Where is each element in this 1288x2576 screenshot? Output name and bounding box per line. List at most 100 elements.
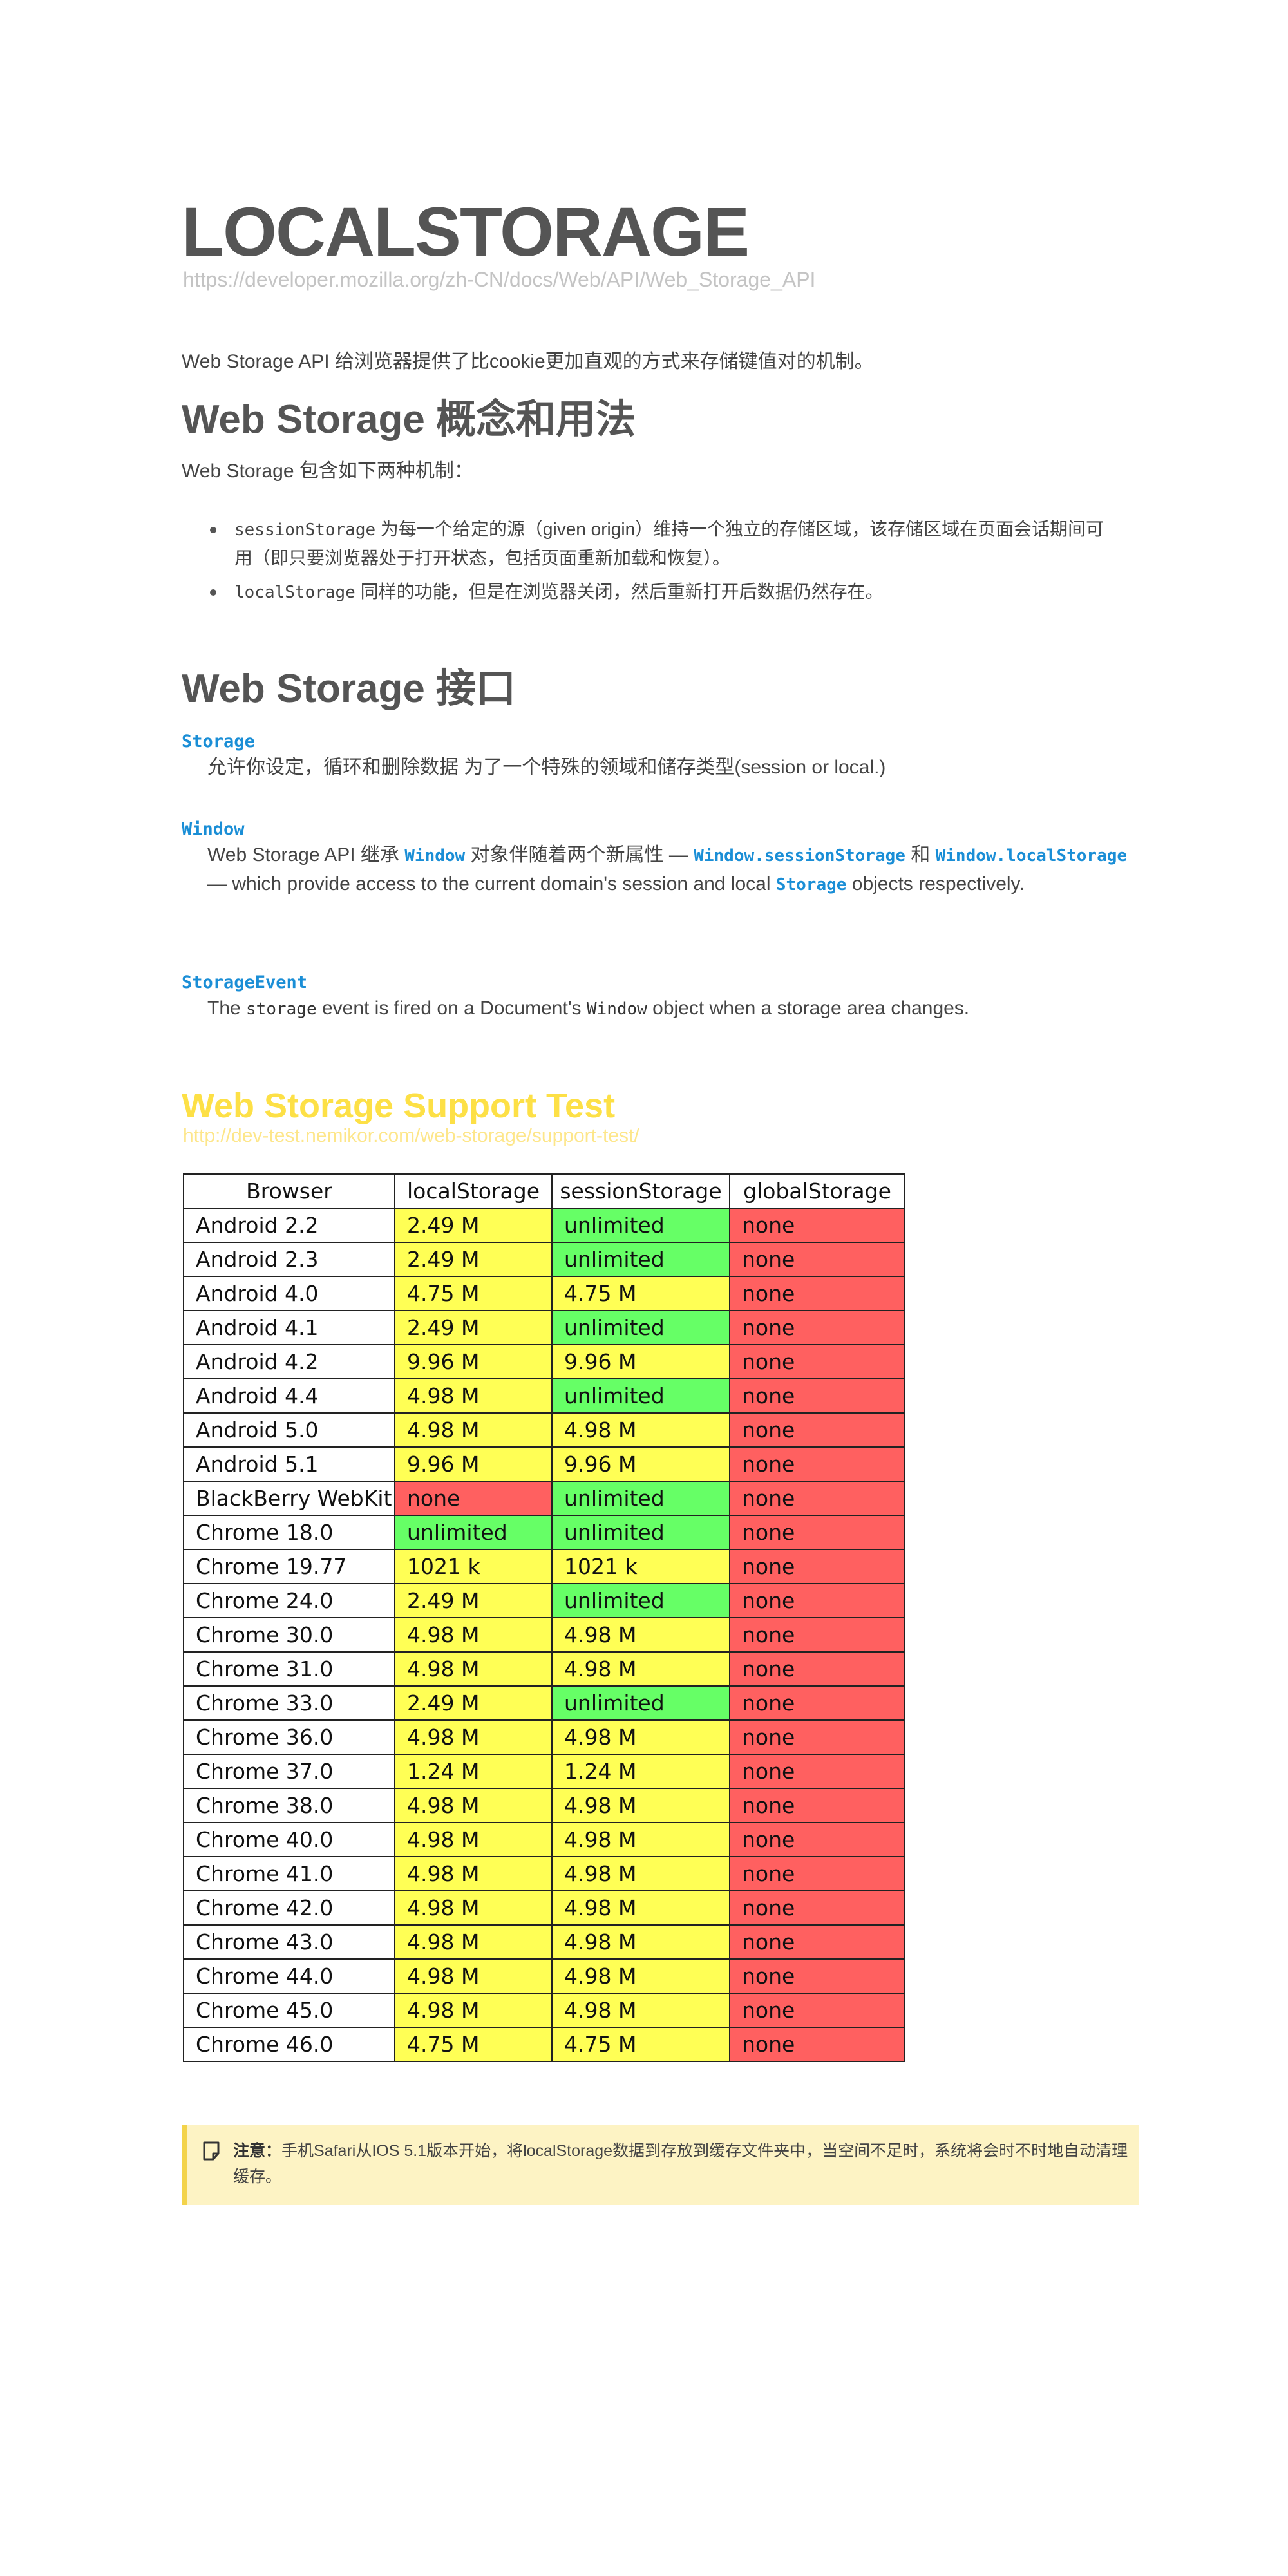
sessionstorage-cell: unlimited xyxy=(551,1685,730,1721)
globalstorage-cell: none xyxy=(729,1958,905,1994)
window-desc-text: Web Storage API 继承 xyxy=(207,844,405,866)
table-row: Chrome 41.0 4.98 M 4.98 Mnone xyxy=(183,1856,905,1891)
table-row: Android 4.4 4.98 Munlimited none xyxy=(183,1378,905,1414)
browser-cell: Android 4.1 xyxy=(183,1310,395,1345)
globalstorage-cell: none xyxy=(729,1788,905,1823)
window-localstorage-link[interactable]: Window.localStorage xyxy=(936,846,1127,866)
localstorage-cell: 4.75 M xyxy=(394,2027,553,2062)
table-row: Chrome 38.0 4.98 M 4.98 Mnone xyxy=(183,1788,905,1823)
localstorage-cell: 4.98 M xyxy=(394,1651,553,1687)
browser-cell: Chrome 33.0 xyxy=(183,1685,395,1721)
browser-cell: Chrome 36.0 xyxy=(183,1719,395,1755)
table-row: Android 4.2 9.96 M 9.96 Mnone xyxy=(183,1344,905,1379)
window-desc-text: objects respectively. xyxy=(846,873,1025,895)
storage-term[interactable]: Storage xyxy=(182,730,255,753)
globalstorage-cell: none xyxy=(729,1310,905,1345)
localstorage-cell: 4.98 M xyxy=(394,1412,553,1448)
local-storage-code: localStorage xyxy=(234,583,355,602)
localstorage-cell: 4.98 M xyxy=(394,1924,553,1960)
event-desc-text: The xyxy=(207,998,247,1019)
browser-cell: Chrome 38.0 xyxy=(183,1788,395,1823)
session-storage-code: sessionStorage xyxy=(234,520,376,540)
localstorage-cell: 4.98 M xyxy=(394,1822,553,1857)
localstorage-cell: 4.98 M xyxy=(394,1993,553,2028)
browser-cell: Chrome 44.0 xyxy=(183,1958,395,1994)
localstorage-cell: 9.96 M xyxy=(394,1446,553,1482)
column-header-localstorage: localStorage xyxy=(394,1173,553,1209)
sessionstorage-cell: 4.98 M xyxy=(551,1719,730,1755)
globalstorage-cell: none xyxy=(729,1549,905,1584)
browser-cell: Android 4.0 xyxy=(183,1276,395,1311)
sessionstorage-cell: 4.98 M xyxy=(551,1890,730,1926)
globalstorage-cell: none xyxy=(729,1515,905,1550)
sessionstorage-cell: unlimited xyxy=(551,1378,730,1414)
localstorage-cell: 1.24 M xyxy=(394,1754,553,1789)
window-sessionstorage-link[interactable]: Window.sessionStorage xyxy=(694,846,905,866)
browser-cell: Chrome 31.0 xyxy=(183,1651,395,1687)
table-row: Android 5.0 4.98 M 4.98 Mnone xyxy=(183,1412,905,1448)
localstorage-cell: 4.75 M xyxy=(394,1276,553,1311)
table-row: BlackBerry WebKit none unlimited none xyxy=(183,1481,905,1516)
note-text: 注意：手机Safari从IOS 5.1版本开始，将localStorage数据到… xyxy=(233,2138,1128,2190)
table-row: Chrome 33.0 2.49 Munlimited none xyxy=(183,1685,905,1721)
page: LOCALSTORAGE https://developer.mozilla.o… xyxy=(0,0,1288,2576)
sessionstorage-cell: unlimited xyxy=(551,1310,730,1345)
sessionstorage-cell: unlimited xyxy=(551,1515,730,1550)
storageevent-description: The storage event is fired on a Document… xyxy=(207,994,1141,1023)
storageevent-term[interactable]: StorageEvent xyxy=(182,971,307,994)
sessionstorage-cell: 4.98 M xyxy=(551,1993,730,2028)
sessionstorage-cell: 4.98 M xyxy=(551,1651,730,1687)
table-row: Android 2.3 2.49 Munlimited none xyxy=(183,1242,905,1277)
column-header-globalstorage: globalStorage xyxy=(729,1173,905,1209)
browser-cell: Android 4.2 xyxy=(183,1344,395,1379)
table-body: Android 2.2 2.49 Munlimited none Android 2.… xyxy=(183,1208,905,2062)
sessionstorage-cell: 4.75 M xyxy=(551,2027,730,2062)
localstorage-cell: 2.49 M xyxy=(394,1583,553,1618)
event-desc-text: object when a storage area changes. xyxy=(647,998,970,1019)
table-row: Android 4.1 2.49 Munlimited none xyxy=(183,1310,905,1345)
localstorage-cell: 2.49 M xyxy=(394,1208,553,1243)
globalstorage-cell: none xyxy=(729,1344,905,1379)
localstorage-cell: 4.98 M xyxy=(394,1788,553,1823)
globalstorage-cell: none xyxy=(729,1412,905,1448)
sessionstorage-cell: 9.96 M xyxy=(551,1344,730,1379)
localstorage-cell: 2.49 M xyxy=(394,1242,553,1277)
table-row: Chrome 30.0 4.98 M 4.98 Mnone xyxy=(183,1617,905,1653)
sessionstorage-cell: unlimited xyxy=(551,1208,730,1243)
storage-event-code: storage xyxy=(246,999,317,1019)
sessionstorage-cell: 4.98 M xyxy=(551,1412,730,1448)
window-term[interactable]: Window xyxy=(182,818,245,841)
globalstorage-cell: none xyxy=(729,1583,905,1618)
browser-cell: Android 4.4 xyxy=(183,1378,395,1414)
browser-cell: Android 2.3 xyxy=(183,1242,395,1277)
sessionstorage-cell: 4.75 M xyxy=(551,1276,730,1311)
globalstorage-cell: none xyxy=(729,1378,905,1414)
globalstorage-cell: none xyxy=(729,1719,905,1755)
globalstorage-cell: none xyxy=(729,1242,905,1277)
source-url: https://developer.mozilla.org/zh-CN/docs… xyxy=(183,268,816,291)
localstorage-cell: 4.98 M xyxy=(394,1958,553,1994)
storage-link[interactable]: Storage xyxy=(776,875,847,895)
storage-description: 允许你设定，循环和删除数据 为了一个特殊的领域和储存类型(session or … xyxy=(207,757,886,778)
column-header-browser: Browser xyxy=(183,1173,395,1209)
browser-cell: Chrome 45.0 xyxy=(183,1993,395,2028)
window-link[interactable]: Window xyxy=(404,846,465,866)
browser-cell: Chrome 41.0 xyxy=(183,1856,395,1891)
browser-cell: Chrome 43.0 xyxy=(183,1924,395,1960)
support-test-url[interactable]: http://dev-test.nemikor.com/web-storage/… xyxy=(183,1123,639,1149)
browser-cell: Chrome 42.0 xyxy=(183,1890,395,1926)
table-row: Chrome 42.0 4.98 M 4.98 Mnone xyxy=(183,1890,905,1926)
interfaces-heading: Web Storage 接口 xyxy=(182,667,516,711)
event-desc-text: event is fired on a Document's xyxy=(316,998,587,1019)
localstorage-cell: 4.98 M xyxy=(394,1378,553,1414)
globalstorage-cell: none xyxy=(729,1208,905,1243)
browser-cell: Android 2.2 xyxy=(183,1208,395,1243)
table-row: Chrome 43.0 4.98 M 4.98 Mnone xyxy=(183,1924,905,1960)
localstorage-cell: 4.98 M xyxy=(394,1617,553,1653)
column-header-sessionstorage: sessionStorage xyxy=(551,1173,730,1209)
table-row: Chrome 19.77 1021 k 1021 k none xyxy=(183,1549,905,1584)
globalstorage-cell: none xyxy=(729,1856,905,1891)
localstorage-cell: none xyxy=(394,1481,553,1516)
browser-cell: Android 5.0 xyxy=(183,1412,395,1448)
sessionstorage-cell: unlimited xyxy=(551,1583,730,1618)
